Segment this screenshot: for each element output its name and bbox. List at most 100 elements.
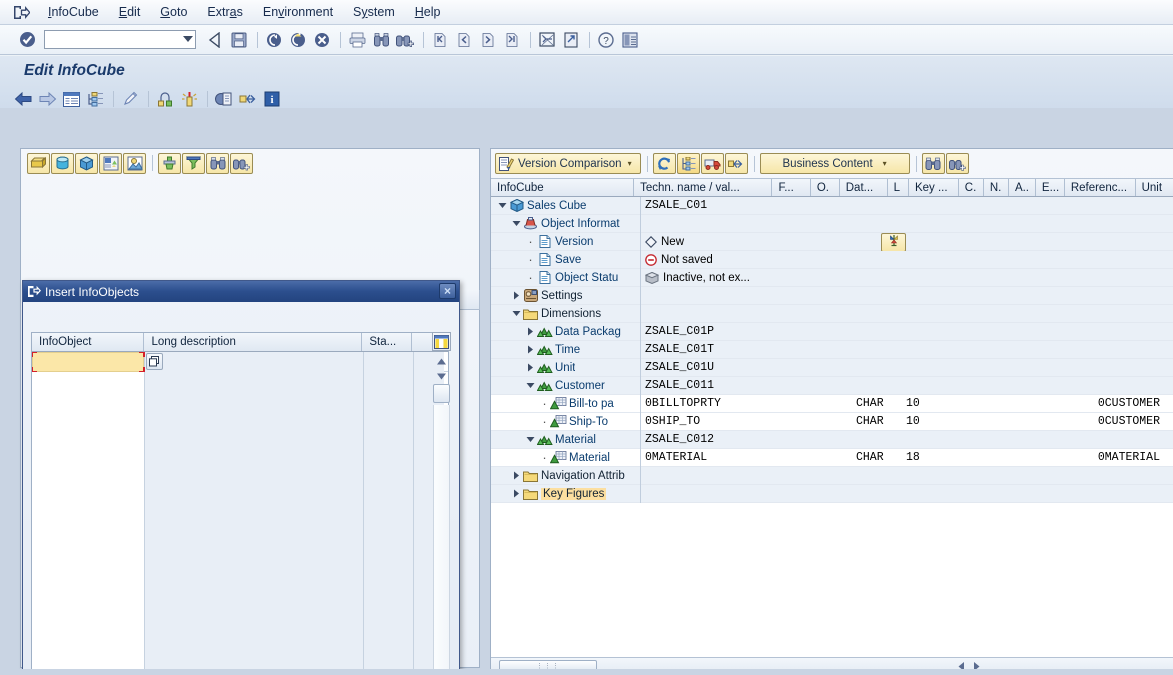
tree-row[interactable]: Data Packag ZSALE_C01P [491,322,1173,341]
tree-row-name-cell[interactable]: Navigation Attrib [491,466,641,485]
grid-row[interactable] [32,592,448,612]
tree-row-name-cell[interactable]: Customer [491,376,641,395]
grid-row[interactable] [32,352,448,373]
pencil-edit-icon[interactable] [119,88,141,110]
collapse-triangle-icon[interactable] [511,215,522,233]
tree-row[interactable]: Dimensions [491,304,1173,323]
scrollbar-thumb[interactable] [433,384,450,403]
collapse-triangle-icon[interactable] [497,197,508,215]
tree-column-header[interactable]: InfoCube [491,179,635,196]
grid-row[interactable] [32,432,448,452]
expand-triangle-icon[interactable] [511,287,522,305]
long-description-cell[interactable] [145,572,364,592]
tree-row-name-cell[interactable]: · Material [491,448,641,467]
forward-arrow-icon[interactable] [36,88,58,110]
create-session-icon[interactable] [536,29,558,51]
long-description-cell[interactable] [145,372,364,392]
tree-row[interactable]: Sales Cube ZSALE_C01 [491,197,1173,215]
grid-rows[interactable] [32,352,448,675]
refresh-icon[interactable] [652,153,676,174]
tree-row[interactable]: · Ship-To 0SHIP_TO CHAR 10 0CUSTOMER [491,412,1173,431]
tree-row[interactable]: · Object Statu Inactive, not ex... [491,268,1173,287]
long-description-cell[interactable] [145,552,364,572]
tree-row[interactable]: Settings [491,286,1173,305]
infocube-icon[interactable] [51,152,74,174]
grid-column-header[interactable]: InfoObject [32,333,145,351]
long-description-cell[interactable] [145,412,364,432]
scroll-up-arrow-icon[interactable] [434,354,449,369]
copy-icon[interactable] [213,88,235,110]
tree-row-name-cell[interactable]: Unit [491,358,641,377]
tree-row-name-cell[interactable]: Key Figures [491,484,641,503]
tree-column-header[interactable]: E... [1035,179,1065,196]
tree-column-header[interactable]: Techn. name / val... [634,179,773,196]
scrollbar-track[interactable] [433,405,450,675]
command-input[interactable] [45,32,175,47]
print-icon[interactable] [346,29,368,51]
tree-row[interactable]: Navigation Attrib [491,466,1173,485]
grid-row[interactable] [32,452,448,472]
grid-row[interactable] [32,412,448,432]
long-description-cell[interactable] [145,592,364,612]
infosource-icon[interactable] [123,152,146,174]
business-content-button[interactable]: Business Content ▾ [759,153,910,174]
menu-item-extras[interactable]: Extras [197,1,252,23]
tree-row-name-cell[interactable]: Sales Cube [491,197,641,215]
infoarea-icon[interactable] [27,152,50,174]
scroll-down-arrow-icon[interactable] [434,369,449,384]
tree-row-name-cell[interactable]: · Ship-To [491,412,641,431]
tree-column-header[interactable]: L [887,179,909,196]
infoobject-input-cell[interactable] [32,352,145,373]
tree-column-header[interactable]: C. [958,179,984,196]
long-description-cell[interactable] [145,632,364,652]
tree-row[interactable]: Unit ZSALE_C01U [491,358,1173,377]
infocube-tree[interactable]: Sales Cube ZSALE_C01 Object Informat · Versi… [491,197,1173,657]
tree-row-name-cell[interactable]: Dimensions [491,304,641,323]
tree-row[interactable]: Key Figures [491,484,1173,503]
find-next-binoculars-icon[interactable] [394,29,416,51]
tree-column-header[interactable]: Dat... [839,179,888,196]
collapse-triangle-icon[interactable] [525,431,536,449]
tree-column-header[interactable]: N. [983,179,1009,196]
menu-item-system[interactable]: System [343,1,405,23]
grid-vertical-scrollbar[interactable] [432,354,451,675]
menu-item-help[interactable]: Help [405,1,451,23]
network-graphic-icon[interactable] [154,88,176,110]
infoobject-input-cell[interactable] [32,412,145,432]
menu-item-infocube[interactable]: InfoCube [38,1,109,23]
help-question-icon[interactable]: ? [595,29,617,51]
tree-row[interactable]: Time ZSALE_C01T [491,340,1173,359]
long-description-cell[interactable] [145,472,364,492]
expand-triangle-icon[interactable] [511,467,522,485]
menu-item-edit[interactable]: Edit [109,1,151,23]
long-description-cell[interactable] [145,452,364,472]
tree-row[interactable]: · Save Not saved [491,250,1173,269]
enter-check-icon[interactable] [16,29,38,51]
infoobject-input-cell[interactable] [32,472,145,492]
tree-row[interactable]: Material ZSALE_C012 [491,430,1173,449]
tree-row-name-cell[interactable]: · Version [491,232,641,251]
grid-row[interactable] [32,372,448,392]
dialog-title-bar[interactable]: Insert InfoObjects × [23,281,459,302]
chevron-down-icon[interactable]: ▾ [628,159,632,168]
tree-column-header[interactable]: Unit [1135,179,1173,196]
collapse-triangle-icon[interactable] [525,377,536,395]
back-globe-icon[interactable] [263,29,285,51]
long-description-cell[interactable] [145,532,364,552]
long-description-cell[interactable] [145,492,364,512]
grid-row[interactable] [32,392,448,412]
close-icon[interactable]: × [439,283,456,299]
tree-column-header[interactable]: A.. [1008,179,1036,196]
find-next-binoculars-icon[interactable] [230,152,253,174]
find-binoculars-icon[interactable] [370,29,392,51]
hierarchy-icon[interactable] [84,88,106,110]
grid-column-header[interactable]: Long description [144,333,363,351]
tree-row-name-cell[interactable]: · Object Statu [491,268,641,287]
grid-column-header[interactable]: Sta... [362,333,413,351]
tree-row-name-cell[interactable]: Data Packag [491,322,641,341]
find-binoculars-icon[interactable] [206,152,229,174]
navigate-icon[interactable] [724,153,748,174]
grid-row[interactable] [32,532,448,552]
tree-column-header[interactable]: O. [810,179,840,196]
grid-row[interactable] [32,492,448,512]
